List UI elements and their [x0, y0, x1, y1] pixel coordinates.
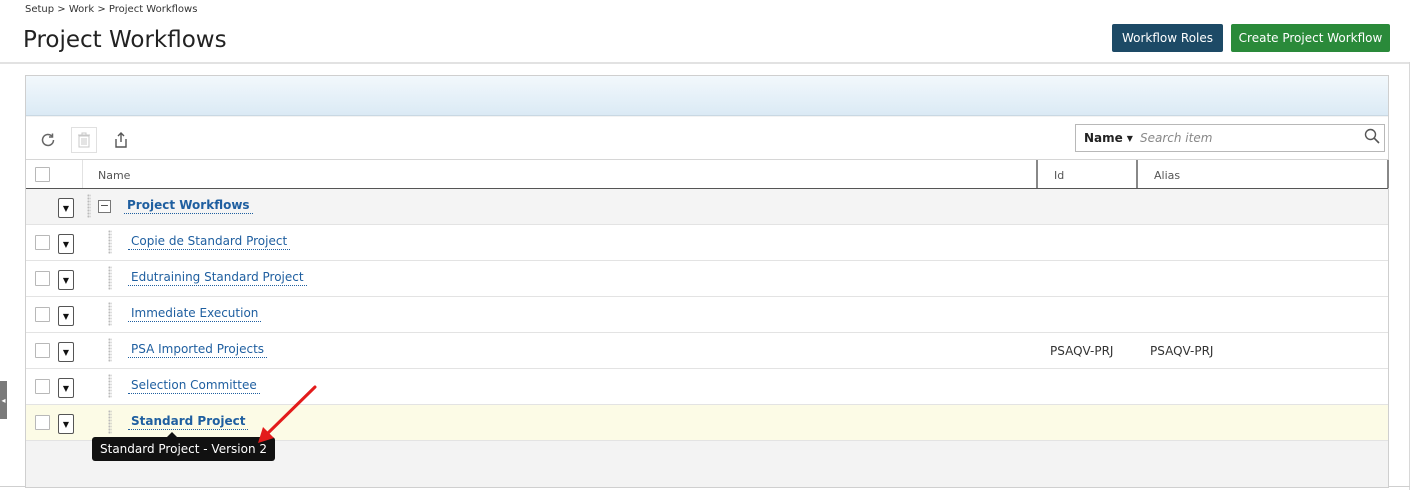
- tooltip: Standard Project - Version 2: [92, 432, 275, 461]
- row-checkbox[interactable]: [35, 379, 50, 394]
- row-actions-dropdown[interactable]: ▼: [58, 414, 74, 434]
- drag-handle-icon[interactable]: [108, 374, 112, 398]
- row-actions-dropdown[interactable]: ▼: [58, 342, 74, 362]
- collapse-sidebar-handle[interactable]: ◂: [0, 381, 7, 419]
- table-row: ▼ Standard Project: [26, 405, 1388, 441]
- row-actions-dropdown[interactable]: ▼: [58, 198, 74, 218]
- column-resize-handle[interactable]: [1036, 160, 1038, 188]
- caret-down-icon: ▼: [62, 311, 70, 321]
- table-row: ▼ Copie de Standard Project: [26, 225, 1388, 261]
- grid-banner: [26, 76, 1388, 116]
- workflows-grid-panel: Name ▼ Name Id Alias ▼ − Project Workflo…: [25, 75, 1389, 488]
- column-resize-handle[interactable]: [1387, 160, 1389, 188]
- workflow-name-link[interactable]: Standard Project: [128, 414, 249, 430]
- row-checkbox[interactable]: [35, 271, 50, 286]
- column-header-alias[interactable]: Alias: [1154, 169, 1180, 182]
- row-alias: PSAQV-PRJ: [1150, 344, 1214, 358]
- refresh-icon[interactable]: [35, 127, 61, 153]
- select-all-column: [26, 160, 83, 188]
- header-divider: [0, 62, 1410, 64]
- workflow-name-link[interactable]: Immediate Execution: [128, 306, 262, 322]
- caret-down-icon: ▼: [62, 203, 70, 213]
- workflow-roles-button[interactable]: Workflow Roles: [1112, 24, 1223, 52]
- search-box: Name ▼: [1075, 124, 1385, 152]
- column-header-name[interactable]: Name: [98, 169, 130, 182]
- workflow-name-link[interactable]: Edutraining Standard Project: [128, 270, 307, 286]
- table-row: ▼ Edutraining Standard Project: [26, 261, 1388, 297]
- table-row: ▼ PSA Imported Projects PSAQV-PRJ PSAQV-…: [26, 333, 1388, 369]
- annotation-arrow-icon: [258, 385, 317, 443]
- search-icon[interactable]: [1360, 128, 1384, 148]
- drag-handle-icon[interactable]: [108, 302, 112, 326]
- row-id: PSAQV-PRJ: [1050, 344, 1114, 358]
- grid-toolbar: Name ▼: [26, 117, 1388, 159]
- drag-handle-icon[interactable]: [87, 194, 91, 218]
- drag-handle-icon[interactable]: [108, 230, 112, 254]
- caret-down-icon: ▼: [1126, 133, 1133, 143]
- trash-icon[interactable]: [71, 127, 97, 153]
- search-field-label: Name: [1084, 131, 1123, 145]
- drag-handle-icon[interactable]: [108, 266, 112, 290]
- page-scrollbar[interactable]: [1409, 62, 1410, 490]
- column-header-id[interactable]: Id: [1054, 169, 1064, 182]
- workflow-name-link[interactable]: Copie de Standard Project: [128, 234, 291, 250]
- group-row: ▼ − Project Workflows: [26, 189, 1388, 225]
- search-field-selector[interactable]: Name ▼: [1076, 131, 1138, 145]
- row-checkbox[interactable]: [35, 415, 50, 430]
- column-resize-handle[interactable]: [1136, 160, 1138, 188]
- row-actions-dropdown[interactable]: ▼: [58, 306, 74, 326]
- table-row: ▼ Immediate Execution: [26, 297, 1388, 333]
- caret-down-icon: ▼: [62, 419, 70, 429]
- collapse-icon[interactable]: −: [98, 200, 111, 213]
- search-input[interactable]: [1138, 126, 1360, 150]
- export-icon[interactable]: [108, 127, 134, 153]
- caret-down-icon: ▼: [62, 383, 70, 393]
- drag-handle-icon[interactable]: [108, 338, 112, 362]
- breadcrumb: Setup > Work > Project Workflows: [25, 4, 198, 15]
- workflow-name-link[interactable]: Selection Committee: [128, 378, 260, 394]
- row-checkbox[interactable]: [35, 343, 50, 358]
- row-checkbox[interactable]: [35, 235, 50, 250]
- grid-rows: ▼ − Project Workflows ▼ Copie de Standar…: [26, 189, 1388, 441]
- table-row: ▼ Selection Committee: [26, 369, 1388, 405]
- caret-down-icon: ▼: [62, 239, 70, 249]
- grid-header: Name Id Alias: [26, 159, 1389, 189]
- caret-down-icon: ▼: [62, 347, 70, 357]
- row-actions-dropdown[interactable]: ▼: [58, 270, 74, 290]
- row-checkbox[interactable]: [35, 307, 50, 322]
- select-all-checkbox[interactable]: [35, 167, 50, 182]
- page-title: Project Workflows: [23, 27, 227, 53]
- drag-handle-icon[interactable]: [108, 410, 112, 434]
- chevron-left-icon: ◂: [1, 395, 6, 405]
- workflow-name-link[interactable]: PSA Imported Projects: [128, 342, 268, 358]
- group-label[interactable]: Project Workflows: [124, 198, 253, 214]
- caret-down-icon: ▼: [62, 275, 70, 285]
- row-actions-dropdown[interactable]: ▼: [58, 378, 74, 398]
- create-project-workflow-button[interactable]: Create Project Workflow: [1231, 24, 1390, 52]
- row-actions-dropdown[interactable]: ▼: [58, 234, 74, 254]
